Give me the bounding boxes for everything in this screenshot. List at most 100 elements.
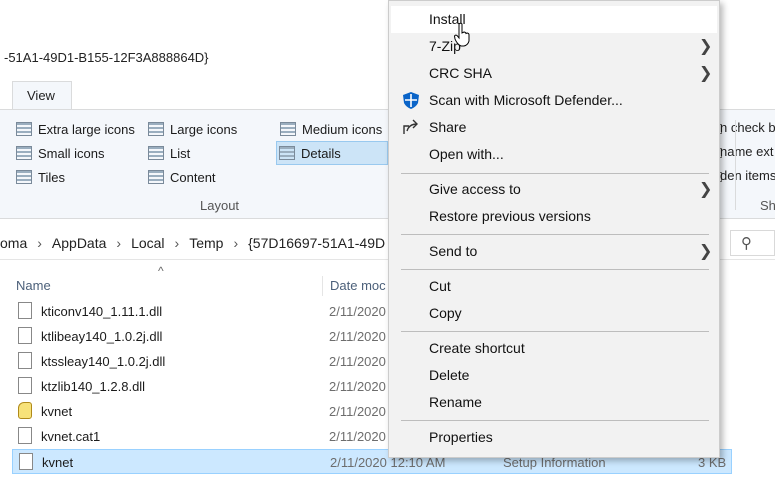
context-menu: Install 7-Zip ❯ CRC SHA ❯ Scan with Micr… xyxy=(388,0,720,458)
setup-file-icon xyxy=(18,402,32,419)
layout-option-label: Large icons xyxy=(170,121,238,137)
menu-item-7zip[interactable]: 7-Zip ❯ xyxy=(391,33,717,60)
show-hide-group-label: Sh xyxy=(760,198,775,213)
layout-option-label: List xyxy=(170,145,191,161)
menu-item-label: Delete xyxy=(429,367,470,383)
list-icon xyxy=(148,146,164,160)
menu-separator xyxy=(401,331,709,332)
layout-option-label: Extra large icons xyxy=(38,121,135,137)
menu-item-label: Create shortcut xyxy=(429,340,525,356)
breadcrumb-item[interactable]: AppData xyxy=(52,235,106,251)
dll-file-icon xyxy=(18,377,32,394)
breadcrumb: oma › AppData › Local › Temp › {57D16697-51A1-49… xyxy=(0,235,385,251)
catalog-file-icon xyxy=(18,427,32,444)
menu-item-install[interactable]: Install xyxy=(391,6,717,33)
layout-details[interactable]: Details xyxy=(276,141,388,165)
file-date: 2/11/2020 xyxy=(329,379,386,394)
column-header-date[interactable]: Date moc xyxy=(330,278,386,293)
menu-separator xyxy=(401,173,709,174)
file-date: 2/11/2020 xyxy=(329,429,386,444)
file-name: ktlibeay140_1.0.2j.dll xyxy=(41,329,163,344)
breadcrumb-item[interactable]: {57D16697-51A1-49D xyxy=(248,235,385,251)
file-date: 2/11/2020 xyxy=(329,329,386,344)
menu-item-create-shortcut[interactable]: Create shortcut xyxy=(391,335,717,362)
search-icon: ⚲ xyxy=(741,235,752,252)
column-header-name[interactable]: Name xyxy=(16,278,51,293)
menu-item-open-with[interactable]: Open with... xyxy=(391,141,717,168)
menu-item-crc-sha[interactable]: CRC SHA ❯ xyxy=(391,60,717,87)
menu-item-label: CRC SHA xyxy=(429,65,493,81)
hand-cursor-icon xyxy=(454,22,470,47)
menu-item-give-access[interactable]: Give access to ❯ xyxy=(391,176,717,203)
menu-item-label: Rename xyxy=(429,394,482,410)
window-title: -51A1-49D1-B155-12F3A888864D} xyxy=(4,50,209,65)
layout-extra-large-icons[interactable]: Extra large icons xyxy=(14,119,137,139)
layout-list[interactable]: List xyxy=(146,143,192,163)
layout-option-label: Tiles xyxy=(38,169,65,185)
menu-item-label: Cut xyxy=(429,278,451,294)
layout-group-label: Layout xyxy=(200,198,240,213)
file-name: ktssleay140_1.0.2j.dll xyxy=(41,354,166,369)
file-date: 2/11/2020 xyxy=(329,404,386,419)
menu-separator xyxy=(401,234,709,235)
chevron-right-icon: ❯ xyxy=(699,181,713,198)
file-name: kticonv140_1.11.1.dll xyxy=(41,304,163,319)
extra-large-icons-icon xyxy=(16,122,32,136)
chevron-right-icon: ❯ xyxy=(699,243,713,260)
dll-file-icon xyxy=(18,302,32,319)
dll-file-icon xyxy=(18,352,32,369)
layout-option-label: Content xyxy=(170,169,216,185)
menu-item-label: Share xyxy=(429,119,467,135)
ribbon-group-divider xyxy=(735,120,736,210)
small-icons-icon xyxy=(16,146,32,160)
dll-file-icon xyxy=(18,327,32,344)
menu-item-rename[interactable]: Rename xyxy=(391,389,717,416)
layout-large-icons[interactable]: Large icons xyxy=(146,119,239,139)
chevron-right-icon: ❯ xyxy=(699,65,713,82)
menu-item-copy[interactable]: Copy xyxy=(391,300,717,327)
menu-separator xyxy=(401,269,709,270)
details-icon xyxy=(279,146,295,160)
item-check-boxes-label: n check b xyxy=(720,120,775,135)
menu-item-label: Restore previous versions xyxy=(429,208,591,224)
search-input[interactable]: ⚲ xyxy=(730,230,775,256)
menu-item-properties[interactable]: Properties xyxy=(391,424,717,451)
breadcrumb-item[interactable]: Temp xyxy=(189,235,223,251)
column-divider xyxy=(322,276,323,296)
menu-item-share[interactable]: Share xyxy=(391,114,717,141)
menu-item-label: Open with... xyxy=(429,146,504,162)
menu-item-label: Properties xyxy=(429,429,493,445)
menu-item-delete[interactable]: Delete xyxy=(391,362,717,389)
layout-tiles[interactable]: Tiles xyxy=(14,167,67,187)
tab-view[interactable]: View xyxy=(12,81,72,109)
medium-icons-icon xyxy=(280,122,296,136)
layout-option-label: Medium icons xyxy=(302,121,383,137)
layout-small-icons[interactable]: Small icons xyxy=(14,143,106,163)
share-icon xyxy=(403,119,418,134)
menu-item-restore-versions[interactable]: Restore previous versions xyxy=(391,203,717,230)
file-date: 2/11/2020 xyxy=(329,354,386,369)
layout-content[interactable]: Content xyxy=(146,167,218,187)
chevron-right-icon: › xyxy=(233,235,239,251)
file-name: kvnet xyxy=(41,404,73,419)
menu-item-label: Scan with Microsoft Defender... xyxy=(429,92,623,108)
defender-shield-icon xyxy=(403,92,419,109)
menu-item-cut[interactable]: Cut xyxy=(391,273,717,300)
menu-item-scan-defender[interactable]: Scan with Microsoft Defender... xyxy=(391,87,717,114)
breadcrumb-item[interactable]: oma xyxy=(0,235,27,251)
file-name: kvnet xyxy=(42,455,74,470)
file-name: kvnet.cat1 xyxy=(41,429,101,444)
sort-ascending-icon: ^ xyxy=(158,264,164,278)
chevron-right-icon: › xyxy=(37,235,42,251)
layout-option-label: Details xyxy=(301,145,341,161)
layout-option-label: Small icons xyxy=(38,145,105,161)
chevron-right-icon: ❯ xyxy=(699,38,713,55)
layout-medium-icons[interactable]: Medium icons xyxy=(278,119,384,139)
menu-item-label: Give access to xyxy=(429,181,521,197)
hidden-items-label: den items xyxy=(720,168,775,183)
large-icons-icon xyxy=(148,122,164,136)
menu-item-label: Copy xyxy=(429,305,462,321)
breadcrumb-item[interactable]: Local xyxy=(131,235,164,251)
menu-item-send-to[interactable]: Send to ❯ xyxy=(391,238,717,265)
inf-file-icon xyxy=(19,453,33,470)
